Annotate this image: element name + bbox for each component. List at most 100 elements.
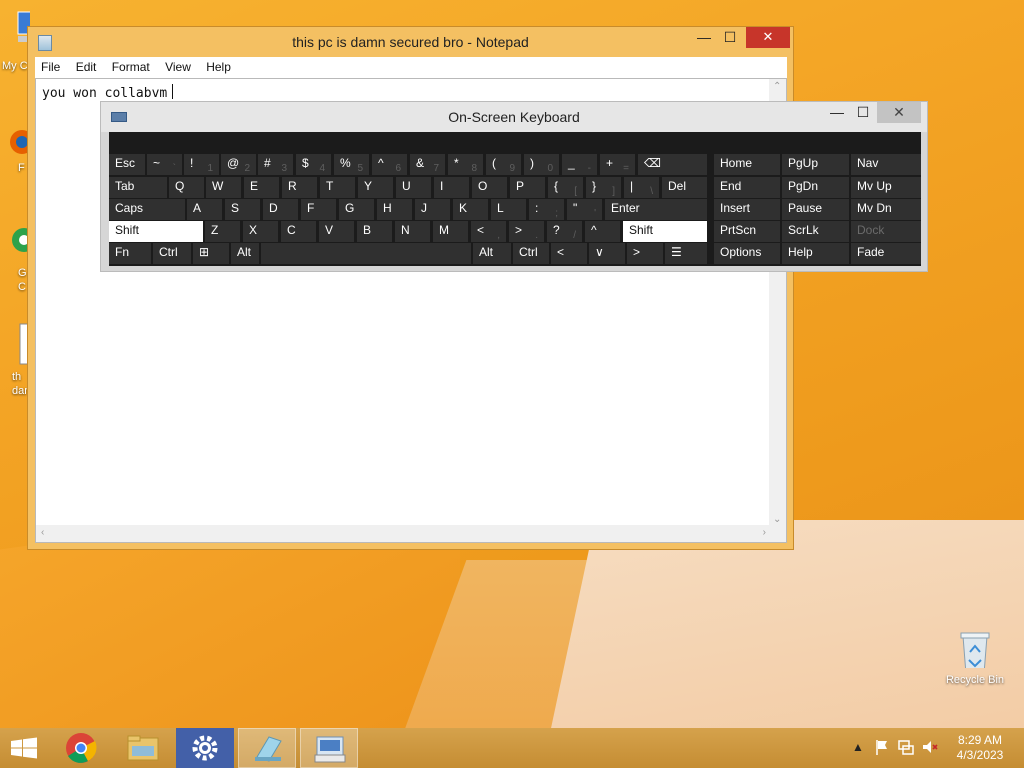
desktop-icon-recycle-bin[interactable]: Recycle Bin [940, 630, 1010, 686]
osk-nav-key[interactable]: End [714, 177, 780, 198]
minimize-button[interactable]: — [692, 27, 716, 48]
desktop-icon-chrome[interactable]: G C [0, 222, 36, 293]
osk-nav-key[interactable]: Help [782, 243, 849, 264]
osk-nav-key[interactable]: Insert [714, 199, 780, 220]
osk-key[interactable]: E [244, 177, 279, 198]
osk-key[interactable]: ☰ [665, 243, 707, 264]
osk-key[interactable]: <, [471, 221, 506, 242]
osk-key[interactable]: % 5 [334, 154, 369, 175]
osk-key[interactable]: Y [358, 177, 393, 198]
osk-maximize-button[interactable]: ☐ [853, 102, 873, 123]
osk-key[interactable]: ^ [585, 221, 620, 242]
osk-key[interactable]: C [281, 221, 316, 242]
start-button[interactable] [0, 728, 48, 768]
osk-key[interactable]: N [395, 221, 430, 242]
menu-view[interactable]: View [159, 57, 197, 77]
osk-key[interactable]: ⊞ [193, 243, 229, 264]
menu-edit[interactable]: Edit [70, 57, 103, 77]
taskbar-notepad[interactable] [238, 728, 296, 768]
scroll-right-icon[interactable]: › [763, 527, 766, 538]
osk-key[interactable]: Fn [109, 243, 151, 264]
osk-nav-key[interactable]: Options [714, 243, 780, 264]
scroll-up-icon[interactable]: ⌃ [773, 81, 781, 92]
osk-key[interactable]: D [263, 199, 298, 220]
desktop-icon-text-file[interactable]: th dan [0, 322, 31, 397]
osk-key[interactable]: Q [169, 177, 204, 198]
horizontal-scrollbar[interactable]: ‹ › [36, 525, 771, 542]
osk-key[interactable]: Alt [231, 243, 259, 264]
size-grip[interactable] [769, 525, 786, 542]
taskbar-clock[interactable]: 8:29 AM 4/3/2023 [950, 733, 1010, 763]
osk-key[interactable]: K [453, 199, 488, 220]
osk-nav-key[interactable]: ScrLk [782, 221, 849, 242]
taskbar-file-explorer[interactable] [114, 728, 172, 768]
osk-key[interactable]: Shift [109, 221, 203, 242]
osk-close-button[interactable]: ✕ [877, 102, 921, 123]
osk-key[interactable]: + = [600, 154, 635, 175]
osk-key[interactable]: ) 0 [524, 154, 559, 175]
maximize-button[interactable]: ☐ [718, 27, 742, 48]
osk-key[interactable]: X [243, 221, 278, 242]
osk-key[interactable]: }] [586, 177, 621, 198]
osk-key[interactable]: #3 [258, 154, 293, 175]
osk-key[interactable]: (9 [486, 154, 521, 175]
menu-file[interactable]: File [35, 57, 66, 77]
osk-key[interactable]: Enter [605, 199, 707, 220]
osk-nav-key[interactable]: PgDn [782, 177, 849, 198]
osk-key[interactable]: ^ 6 [372, 154, 407, 175]
osk-key[interactable]: G [339, 199, 374, 220]
osk-key[interactable]: Ctrl [513, 243, 549, 264]
osk-nav-key[interactable]: Mv Up [851, 177, 921, 198]
osk-key[interactable]: & 7 [410, 154, 445, 175]
osk-key[interactable]: L [491, 199, 526, 220]
osk-key[interactable]: ~ ` [147, 154, 182, 175]
osk-key[interactable]: U [396, 177, 431, 198]
osk-nav-key[interactable]: PgUp [782, 154, 849, 175]
osk-key[interactable]: * 8 [448, 154, 483, 175]
osk-key[interactable]: :; [529, 199, 564, 220]
osk-key[interactable]: J [415, 199, 450, 220]
osk-nav-key[interactable]: Mv Dn [851, 199, 921, 220]
osk-key[interactable]: ∨ [589, 243, 625, 264]
osk-key[interactable]: B [357, 221, 392, 242]
osk-key[interactable]: > [627, 243, 663, 264]
taskbar-control-panel[interactable] [176, 728, 234, 768]
osk-key[interactable]: " ' [567, 199, 602, 220]
osk-key[interactable]: @2 [221, 154, 256, 175]
osk-minimize-button[interactable]: — [827, 102, 847, 123]
osk-titlebar[interactable]: On-Screen Keyboard — ☐ ✕ [101, 102, 927, 132]
osk-key[interactable]: R [282, 177, 317, 198]
taskbar-on-screen-keyboard[interactable] [300, 728, 358, 768]
osk-key[interactable]: Alt [473, 243, 511, 264]
osk-key[interactable]: W [206, 177, 241, 198]
desktop-icon-firefox[interactable]: F [0, 120, 34, 174]
osk-nav-key[interactable]: Home [714, 154, 780, 175]
show-hidden-icons-icon[interactable]: ▲ [852, 740, 864, 754]
osk-key[interactable]: M [433, 221, 468, 242]
volume-muted-icon[interactable] [921, 738, 939, 759]
action-center-flag-icon[interactable] [874, 738, 890, 759]
osk-key[interactable]: F [301, 199, 336, 220]
osk-key[interactable]: < [551, 243, 587, 264]
scroll-left-icon[interactable]: ‹ [41, 527, 44, 538]
osk-key[interactable]: I [434, 177, 469, 198]
osk-key[interactable] [261, 243, 471, 264]
osk-key[interactable]: {[ [548, 177, 583, 198]
osk-key[interactable]: >. [509, 221, 544, 242]
osk-nav-key[interactable]: Fade [851, 243, 921, 264]
osk-key[interactable]: ! 1 [184, 154, 219, 175]
osk-nav-key[interactable]: Pause [782, 199, 849, 220]
osk-key[interactable]: | \ [624, 177, 659, 198]
osk-key[interactable]: H [377, 199, 412, 220]
osk-key[interactable]: Z [205, 221, 240, 242]
menu-help[interactable]: Help [200, 57, 237, 77]
osk-key[interactable]: Shift [623, 221, 707, 242]
osk-key[interactable]: Caps [109, 199, 185, 220]
osk-key[interactable]: O [472, 177, 507, 198]
taskbar-chrome[interactable] [52, 728, 110, 768]
osk-key[interactable]: Del [662, 177, 707, 198]
osk-key[interactable]: _ - [562, 154, 597, 175]
osk-key[interactable]: A [187, 199, 222, 220]
osk-key[interactable]: ? / [547, 221, 582, 242]
close-button[interactable]: ✕ [746, 27, 790, 48]
